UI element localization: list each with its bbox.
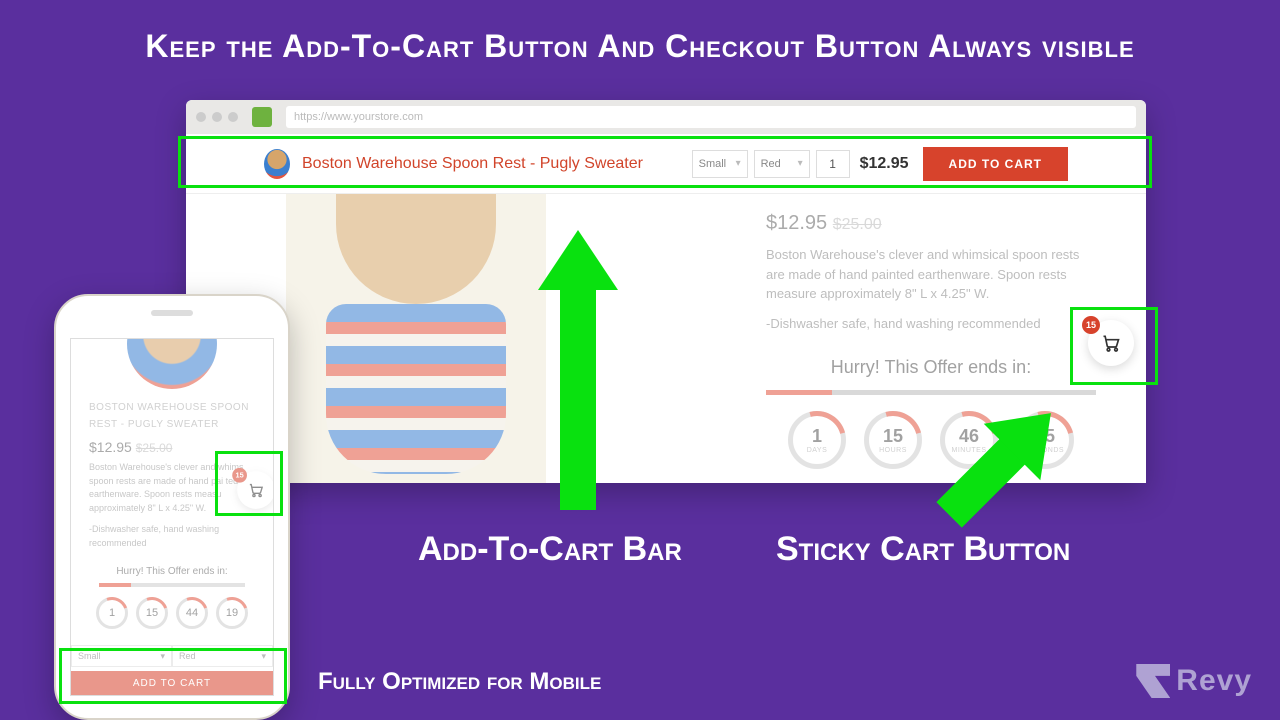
cart-count-badge: 15 (1082, 316, 1100, 334)
mobile-note: -Dishwasher safe, hand washing recommend… (71, 523, 273, 550)
product-image (286, 194, 546, 483)
mobile-countdown: 1 15 44 19 (71, 597, 273, 629)
urgency-text: Hurry! This Offer ends in: (766, 357, 1096, 378)
mobile-urgency-text: Hurry! This Offer ends in: (71, 566, 273, 577)
chevron-down-icon: ▾ (160, 651, 165, 662)
mobile-timer: 1 (96, 597, 128, 629)
headline: Keep the Add-To-Cart Button And Checkout… (0, 0, 1280, 65)
qty-input[interactable]: 1 (816, 150, 850, 178)
atc-product-title: Boston Warehouse Spoon Rest - Pugly Swea… (302, 155, 692, 173)
progress-bar (766, 390, 1096, 395)
shopify-icon (252, 107, 272, 127)
timer-days: 1DAYS (788, 411, 846, 469)
window-dot (212, 112, 222, 122)
mobile-timer: 44 (176, 597, 208, 629)
browser-chrome: https://www.yourstore.com (186, 100, 1146, 134)
cart-icon (248, 482, 264, 498)
mobile-size-select[interactable]: Small▾ (71, 645, 172, 667)
chevron-down-icon: ▾ (736, 158, 741, 169)
caption-sticky-cart: Sticky Cart Button (776, 530, 1070, 569)
size-select[interactable]: Small▾ (692, 150, 748, 178)
mobile-sticky-cart-button[interactable]: 15 (237, 471, 274, 509)
add-to-cart-button[interactable]: ADD TO CART (923, 147, 1068, 181)
mobile-timer: 15 (136, 597, 168, 629)
caption-atc-bar: Add-To-Cart Bar (418, 530, 682, 569)
cart-count-badge: 15 (232, 468, 247, 483)
phone-mockup: BOSTON WAREHOUSE SPOON REST - PUGLY SWEA… (54, 294, 290, 720)
window-dot (196, 112, 206, 122)
caption-mobile: Fully Optimized for Mobile (318, 668, 601, 696)
brand-logo: Revy (1136, 664, 1252, 698)
atc-price: $12.95 (860, 155, 909, 173)
product-price: $12.95 $25.00 (766, 212, 1096, 235)
window-dot (228, 112, 238, 122)
product-desc: Boston Warehouse's clever and whimsical … (766, 245, 1096, 304)
product-note: -Dishwasher safe, hand washing recommend… (766, 314, 1096, 334)
chevron-down-icon: ▾ (261, 651, 266, 662)
chevron-down-icon: ▾ (798, 158, 803, 169)
sticky-cart-button[interactable]: 15 (1088, 320, 1134, 366)
logo-text: Revy (1176, 664, 1252, 698)
logo-mark-icon (1136, 664, 1170, 698)
mobile-color-select[interactable]: Red▾ (172, 645, 273, 667)
mobile-progress-bar (99, 583, 245, 587)
product-thumb-icon (264, 149, 290, 179)
cart-icon (1101, 333, 1121, 353)
add-to-cart-bar: Boston Warehouse Spoon Rest - Pugly Swea… (186, 134, 1146, 194)
mobile-price: $12.95 $25.00 (71, 433, 273, 461)
mobile-add-to-cart-button[interactable]: ADD TO CART (71, 671, 273, 695)
phone-screen: BOSTON WAREHOUSE SPOON REST - PUGLY SWEA… (70, 338, 274, 696)
color-select[interactable]: Red▾ (754, 150, 810, 178)
arrow-up-icon (548, 230, 608, 510)
url-bar[interactable]: https://www.yourstore.com (286, 106, 1136, 128)
mobile-timer: 19 (216, 597, 248, 629)
